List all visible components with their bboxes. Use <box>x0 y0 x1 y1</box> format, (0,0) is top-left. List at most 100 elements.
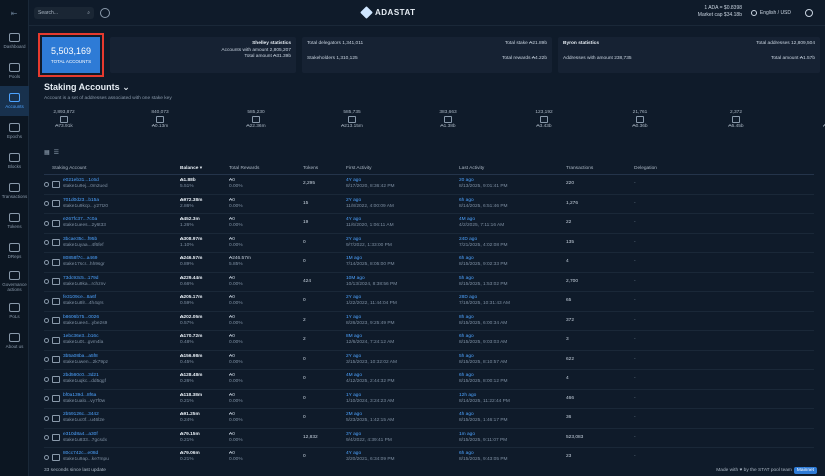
balance-percent: 1.26% <box>180 223 194 229</box>
table-row[interactable]: 701d0d23...b15a stake1u9kcp...y27tz0 ₳972.… <box>44 195 814 214</box>
favorite-heart-icon[interactable] <box>44 435 49 441</box>
table-row[interactable]: e021eb31...1c6d stake1u9ej...0m2ued ₳1.88b… <box>44 175 814 195</box>
market-cap: Market cap $34.18b <box>697 12 742 18</box>
tokens-count: 0 <box>303 239 306 245</box>
account-icon <box>52 180 60 188</box>
total-accounts-card[interactable]: 5,503,169 TOTAL ACCOUNTS <box>38 33 104 77</box>
bucket-count: 383,663 <box>439 110 457 115</box>
table-row[interactable]: fe3109ce...8a6f stake1u8lr...4h4qrs ₳205.1… <box>44 292 814 312</box>
page-title[interactable]: Staking Accounts ⌄ <box>44 82 172 93</box>
distribution-bucket[interactable]: 585,230 ₳22.36m <box>236 110 276 136</box>
delegation-value: - <box>634 259 636 265</box>
rewards-percent: 0.00% <box>229 320 243 326</box>
col-staking-account[interactable]: Staking Account <box>52 166 180 171</box>
distribution-bucket[interactable]: 840,073 ₳0.13m <box>140 110 180 136</box>
search-icon[interactable]: ⌕ <box>87 10 90 16</box>
favorite-heart-icon[interactable] <box>44 298 49 304</box>
sidebar-item-accounts[interactable]: Accounts <box>0 86 29 116</box>
sidebar-item-transactions[interactable]: Transactions <box>0 176 29 206</box>
logo[interactable]: ADASTAT <box>360 6 416 19</box>
rewards-percent: 0.00% <box>229 437 243 443</box>
sidebar-item-pols[interactable]: PoLs <box>0 296 29 326</box>
table-row[interactable]: bf0a139d...8f6a stake1ualo...vy7f0w ₳118.3… <box>44 390 814 409</box>
favorite-heart-icon[interactable] <box>44 376 49 382</box>
distribution-bucket[interactable]: 585,735 ₳213.15m <box>332 110 372 136</box>
last-activity-date: 8/15/2025, 9:43:05 PM <box>459 457 508 463</box>
col-delegation[interactable]: Delegation <box>634 166 814 171</box>
col-total-rewards[interactable]: Total Rewards <box>229 166 303 171</box>
table-row[interactable]: 2bd560c0...3d21 stake1uqkc...dd5qgf ₳128.4… <box>44 370 814 390</box>
distribution-bucket[interactable]: 383,663 ₳1.38b <box>428 110 468 136</box>
chevron-down-icon[interactable]: ⌄ <box>122 82 130 92</box>
table-row[interactable]: 80858f7c...a469 stake17scr...hh9sgr ₳246.5… <box>44 253 814 273</box>
list-view-icon[interactable]: ☰ <box>54 149 59 156</box>
distribution-bucket[interactable]: 21,761 ₳0.36b <box>620 110 660 136</box>
favorite-heart-icon[interactable] <box>44 318 49 324</box>
col-last-activity[interactable]: Last Activity <box>459 166 566 171</box>
favorite-heart-icon[interactable] <box>44 181 49 187</box>
blocks-icon <box>9 153 20 162</box>
bucket-count: 397 <box>812 110 825 115</box>
last-activity-date: 7/21/2025, 4:02:08 PM <box>459 242 508 248</box>
table-row[interactable]: b8606b75...0026 stake1uee4...ybe2s9 ₳202.0… <box>44 312 814 331</box>
favorite-heart-icon[interactable] <box>44 337 49 343</box>
favorites-heart-icon[interactable] <box>100 7 110 18</box>
sidebar-item-dashboard[interactable]: Dashboard <box>0 26 29 56</box>
sidebar-item-label: Transactions <box>1 194 28 199</box>
footer: 33 seconds since last update Made with ♥… <box>29 464 825 476</box>
favorite-heart-icon[interactable] <box>44 240 49 246</box>
table-row[interactable]: e310d8a4...a30f stake1u833...7gcsdx ₳79.15… <box>44 429 814 448</box>
search-input[interactable]: Search... ⌕ <box>34 6 94 19</box>
table-row[interactable]: e267fc37...7c0a stake1uees...2y6t33 ₳452.3… <box>44 214 814 234</box>
transactions-count: 23 <box>566 454 572 460</box>
favorite-heart-icon[interactable] <box>44 259 49 265</box>
sidebar-item-blocks[interactable]: Blocks <box>0 146 29 176</box>
favorite-heart-icon[interactable] <box>44 396 49 402</box>
bucket-amount: ₳22.36m <box>246 124 266 129</box>
menu-toggle-icon[interactable]: ⇤ <box>0 0 28 26</box>
favorite-heart-icon[interactable] <box>44 357 49 363</box>
col-transactions[interactable]: Transactions <box>566 166 634 171</box>
sidebar-item-label: Epochs <box>6 134 22 139</box>
ada-price: 1 ADA = $0.8398 <box>704 5 742 11</box>
distribution-bucket[interactable]: 2,893,872 ₳73.91k <box>44 110 84 136</box>
network-badge[interactable]: Mainnet <box>793 466 817 474</box>
favorite-heart-icon[interactable] <box>44 454 49 460</box>
table-row[interactable]: 2b59126c...3442 stake1uc0f...u46l2e ₳91.25… <box>44 409 814 429</box>
balance-percent: 0.59% <box>180 301 194 307</box>
sidebar-item-governance-actions[interactable]: Governance actions <box>0 266 29 296</box>
table-row[interactable]: 73dc93c5...179d stake1u9ka...rchznv ₳229.4… <box>44 273 814 292</box>
sidebar-item-about-us[interactable]: About us <box>0 326 29 356</box>
theme-toggle-icon[interactable] <box>805 9 813 17</box>
last-activity-date: 8/14/2025, 11:22:44 PM <box>459 398 510 404</box>
distribution-bucket[interactable]: 397 ₳10.33b <box>812 110 825 136</box>
sidebar-item-pools[interactable]: Pools <box>0 56 29 86</box>
grid-view-icon[interactable]: ▦ <box>44 149 50 156</box>
language-selector[interactable]: English / USD <box>750 10 791 16</box>
sidebar-item-dreps[interactable]: DReps <box>0 236 29 266</box>
table-row[interactable]: 3b5a08ba...a5f8 stake1uwen...2k79pz ₳156.9… <box>44 351 814 370</box>
bucket-amount: ₳5.45b <box>728 124 744 129</box>
favorite-heart-icon[interactable] <box>44 220 49 226</box>
tokens-count: 0 <box>303 376 306 382</box>
table-row[interactable]: 3bcae35c...f95b stake1uyaa...4f6fef ₳308.9… <box>44 234 814 253</box>
col-tokens[interactable]: Tokens <box>303 166 346 171</box>
table-row[interactable]: 1ebc36e3...b16c stake1u0t...gvm4la ₳170.72… <box>44 331 814 351</box>
transactions-count: 523,083 <box>566 434 584 440</box>
sidebar-item-epochs[interactable]: Epochs <box>0 116 29 146</box>
balance-percent: 1.10% <box>180 242 194 248</box>
distribution-bucket[interactable]: 2,372 ₳5.45b <box>716 110 756 136</box>
account-icon <box>52 317 60 325</box>
favorite-heart-icon[interactable] <box>44 279 49 285</box>
favorite-heart-icon[interactable] <box>44 201 49 207</box>
favorite-heart-icon[interactable] <box>44 415 49 421</box>
sidebar-item-tokens[interactable]: Tokens <box>0 206 29 236</box>
col-balance[interactable]: Balance ▾ <box>180 166 229 171</box>
distribution-bucket[interactable]: 123,192 ₳3.43b <box>524 110 564 136</box>
wallet-icon <box>636 116 644 123</box>
byron-total-amount: Total amount ₳1.57b <box>770 55 815 61</box>
tokens-count: 15 <box>303 200 309 206</box>
tokens-count: 0 <box>303 356 306 362</box>
last-activity-date: 8/15/2025, 9:02:33 PM <box>459 262 508 268</box>
col-first-activity[interactable]: First Activity <box>346 166 459 171</box>
